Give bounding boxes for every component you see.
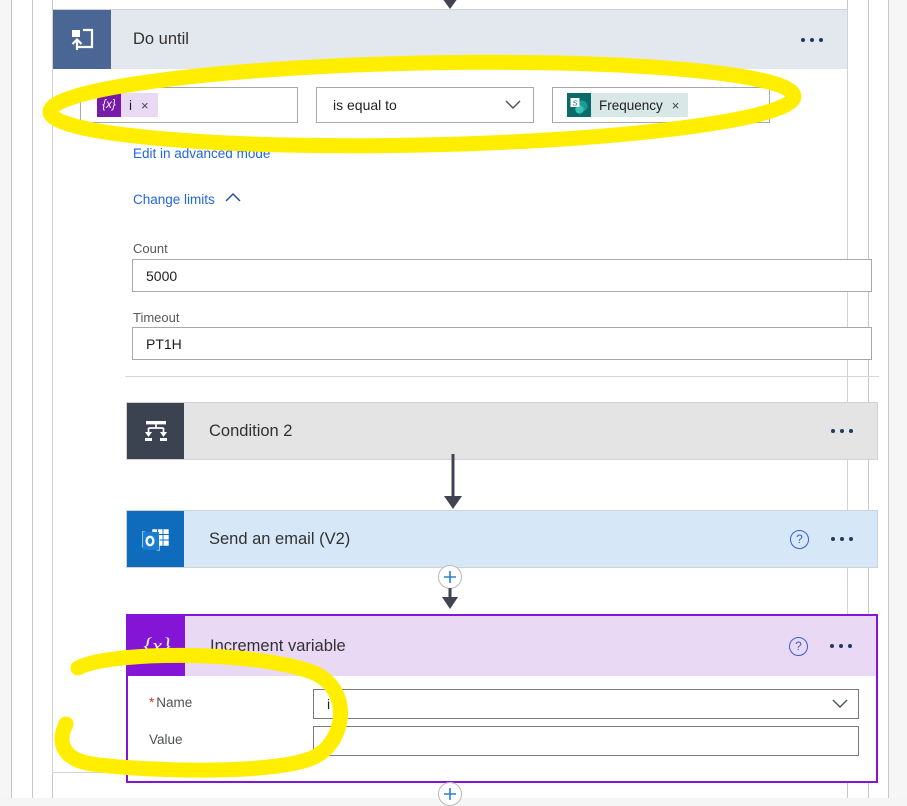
chevron-up-icon bbox=[225, 191, 241, 207]
do-until-ellipsis-menu[interactable] bbox=[801, 37, 823, 42]
canvas-guide-line bbox=[32, 0, 33, 798]
flow-designer: Do until {x} i × is equal to S Frequency… bbox=[52, 0, 879, 806]
connector-arrow-email-to-increment bbox=[435, 588, 465, 612]
remove-token-icon[interactable]: × bbox=[672, 98, 680, 113]
sharepoint-icon: S bbox=[567, 93, 591, 117]
svg-text:{x}: {x} bbox=[143, 633, 171, 658]
do-until-loop-icon bbox=[53, 10, 111, 69]
timeout-input[interactable]: PT1H bbox=[132, 327, 872, 360]
do-until-header[interactable]: Do until bbox=[53, 10, 847, 69]
increment-variable-header-actions: ? bbox=[789, 616, 876, 676]
canvas-guide-line bbox=[11, 0, 12, 798]
help-icon[interactable]: ? bbox=[790, 529, 809, 549]
send-an-email-card[interactable]: Send an email (V2) ? bbox=[126, 510, 878, 568]
add-step-after-email-button[interactable] bbox=[438, 565, 462, 589]
connector-arrow-condition-to-email bbox=[438, 454, 468, 510]
change-limits-label: Change limits bbox=[133, 191, 215, 207]
send-an-email-title-wrap: Send an email (V2) bbox=[184, 511, 790, 567]
edit-in-advanced-mode-link[interactable]: Edit in advanced mode bbox=[133, 146, 270, 161]
send-an-email-header-actions: ? bbox=[790, 511, 877, 567]
increment-variable-title: Increment variable bbox=[210, 636, 346, 655]
value-input[interactable]: 1 bbox=[313, 726, 859, 756]
add-step-after-increment-button[interactable] bbox=[438, 782, 462, 806]
increment-variable-title-wrap: Increment variable bbox=[185, 616, 789, 676]
increment-variable-ellipsis-menu[interactable] bbox=[830, 644, 852, 648]
sharepoint-token-label: Frequency bbox=[599, 97, 663, 113]
increment-variable-header[interactable]: {x} Increment variable ? bbox=[128, 616, 876, 676]
condition-2-card[interactable]: Condition 2 bbox=[126, 402, 878, 460]
help-icon[interactable]: ? bbox=[789, 636, 808, 656]
variable-token-i[interactable]: {x} i × bbox=[97, 93, 158, 117]
timeout-label: Timeout bbox=[133, 310, 180, 325]
name-label-text: Name bbox=[156, 695, 193, 710]
svg-text:S: S bbox=[572, 98, 577, 107]
condition-2-ellipsis-menu[interactable] bbox=[831, 429, 853, 433]
do-until-card[interactable]: Do until {x} i × is equal to S Frequency… bbox=[52, 9, 879, 806]
condition-2-header[interactable]: Condition 2 bbox=[127, 403, 877, 459]
sharepoint-token-body: Frequency × bbox=[591, 93, 689, 117]
send-an-email-header[interactable]: Send an email (V2) ? bbox=[127, 511, 877, 567]
increment-variable-card[interactable]: {x} Increment variable ? * Name i Value … bbox=[126, 614, 878, 783]
change-limits-toggle[interactable]: Change limits bbox=[133, 191, 241, 207]
do-until-header-actions bbox=[801, 10, 847, 69]
condition-operator-value: is equal to bbox=[333, 97, 397, 113]
remove-token-icon[interactable]: × bbox=[141, 98, 149, 113]
condition-operator-select[interactable]: is equal to bbox=[316, 87, 534, 123]
do-until-title: Do until bbox=[133, 30, 189, 48]
variable-token-body: i × bbox=[121, 93, 158, 117]
condition-left-field[interactable]: {x} i × bbox=[80, 87, 298, 123]
count-label: Count bbox=[133, 241, 168, 256]
condition-2-title: Condition 2 bbox=[209, 421, 293, 440]
name-field-label: * Name bbox=[149, 695, 192, 710]
condition-2-header-actions bbox=[831, 403, 877, 459]
value-field-label: Value bbox=[149, 732, 183, 747]
loop-condition-row: {x} i × is equal to S Frequency × bbox=[53, 69, 849, 123]
count-input[interactable]: 5000 bbox=[132, 259, 872, 292]
send-an-email-title: Send an email (V2) bbox=[209, 529, 351, 548]
variable-braces-icon: {x} bbox=[97, 93, 121, 117]
name-dropdown[interactable]: i bbox=[313, 689, 859, 719]
canvas-guide-line bbox=[888, 0, 889, 798]
condition-2-title-wrap: Condition 2 bbox=[184, 403, 831, 459]
condition-branch-icon bbox=[127, 403, 184, 459]
outlook-icon bbox=[127, 511, 184, 567]
do-until-title-wrap: Do until bbox=[111, 10, 801, 69]
value-input-value: 1 bbox=[327, 733, 335, 749]
required-asterisk: * bbox=[149, 695, 155, 710]
variable-token-label: i bbox=[129, 97, 132, 113]
name-dropdown-value: i bbox=[327, 696, 331, 712]
sharepoint-token-frequency[interactable]: S Frequency × bbox=[567, 93, 689, 117]
chevron-down-icon bbox=[832, 699, 848, 709]
section-divider bbox=[125, 376, 879, 377]
increment-variable-body: * Name i Value 1 bbox=[128, 676, 876, 781]
variable-braces-icon: {x} bbox=[128, 616, 185, 676]
chevron-down-icon bbox=[505, 100, 521, 110]
send-an-email-ellipsis-menu[interactable] bbox=[831, 537, 853, 541]
condition-right-field[interactable]: S Frequency × bbox=[552, 87, 770, 123]
